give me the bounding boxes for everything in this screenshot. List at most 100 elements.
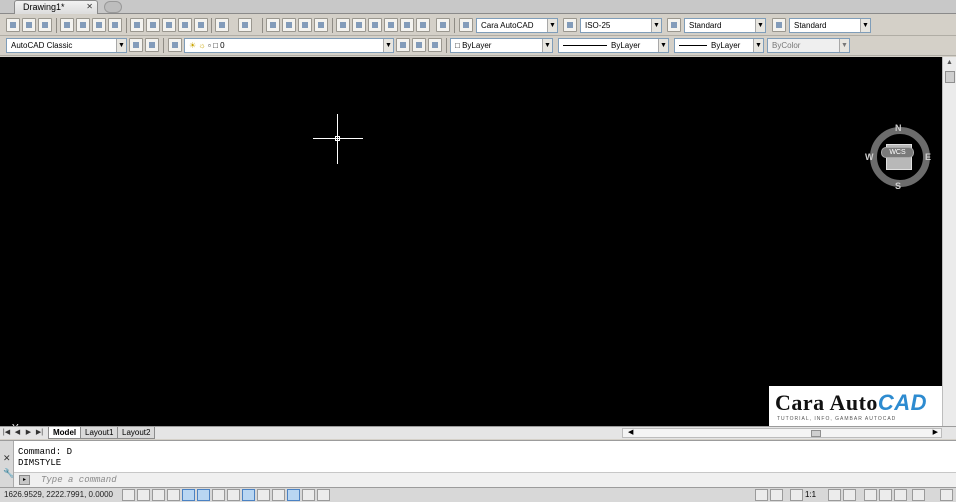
scroll-left-icon[interactable]: ◀ xyxy=(628,428,633,436)
save-icon[interactable] xyxy=(38,18,52,32)
dim-style-dropdown[interactable]: ISO-25 ▼ xyxy=(580,18,662,33)
otrack-toggle[interactable] xyxy=(227,489,240,501)
scroll-right-icon[interactable]: ▶ xyxy=(933,428,938,436)
selection-cycling-toggle[interactable] xyxy=(317,489,330,501)
polar-toggle[interactable] xyxy=(182,489,195,501)
ducs-toggle[interactable] xyxy=(242,489,255,501)
prev-layout-icon[interactable]: ◀ xyxy=(13,428,22,438)
sheet-set-icon[interactable] xyxy=(384,18,398,32)
hardware-acceleration-icon[interactable] xyxy=(894,489,907,501)
lock-icon[interactable] xyxy=(879,489,892,501)
design-center-icon[interactable] xyxy=(352,18,366,32)
compass-east[interactable]: E xyxy=(925,152,931,162)
dim-style-icon[interactable] xyxy=(563,18,577,32)
publish-icon[interactable] xyxy=(92,18,106,32)
copy-icon[interactable] xyxy=(146,18,160,32)
zoom-realtime-icon[interactable] xyxy=(282,18,296,32)
paste-icon[interactable] xyxy=(162,18,176,32)
workspace-settings-icon[interactable] xyxy=(129,38,143,52)
scroll-up-icon[interactable]: ▲ xyxy=(946,59,953,66)
annotation-visibility-icon[interactable] xyxy=(828,489,841,501)
plot-style-dropdown[interactable]: ByColor ▼ xyxy=(767,38,850,53)
isolate-objects-icon[interactable] xyxy=(912,489,925,501)
dyn-toggle[interactable] xyxy=(257,489,270,501)
color-dropdown[interactable]: □ ByLayer ▼ xyxy=(450,38,553,53)
lineweight-dropdown[interactable]: ByLayer ▼ xyxy=(674,38,764,53)
horizontal-scrollbar[interactable]: ◀ ▶ xyxy=(622,428,942,438)
ortho-toggle[interactable] xyxy=(167,489,180,501)
command-input[interactable]: ▸ Type a command xyxy=(14,472,956,487)
infer-constraints-toggle[interactable] xyxy=(122,489,135,501)
undo-icon[interactable] xyxy=(215,18,229,32)
match-properties-icon[interactable] xyxy=(178,18,192,32)
command-window-handle[interactable]: ✕ 🔧 xyxy=(0,441,14,488)
plot-preview-icon[interactable] xyxy=(76,18,90,32)
osnap-toggle[interactable] xyxy=(197,489,210,501)
next-layout-icon[interactable]: ▶ xyxy=(24,428,33,438)
help-icon[interactable] xyxy=(436,18,450,32)
table-style-icon[interactable] xyxy=(667,18,681,32)
new-icon[interactable] xyxy=(6,18,20,32)
3d-osnap-toggle[interactable] xyxy=(212,489,225,501)
tab-layout1[interactable]: Layout1 xyxy=(80,427,119,439)
transparency-toggle[interactable] xyxy=(287,489,300,501)
lineweight-toggle[interactable] xyxy=(272,489,285,501)
layer-dropdown[interactable]: ☀ ☼ ▫ □ 0 ▼ xyxy=(184,38,394,53)
coordinate-readout[interactable]: 1626.9529, 2222.7991, 0.0000 xyxy=(4,490,113,499)
zoom-window-icon[interactable] xyxy=(298,18,312,32)
open-icon[interactable] xyxy=(22,18,36,32)
block-editor-icon[interactable] xyxy=(194,18,208,32)
tab-layout2[interactable]: Layout2 xyxy=(117,427,156,439)
compass-north[interactable]: N xyxy=(895,123,902,133)
model-space-button[interactable] xyxy=(755,489,768,501)
grid-toggle[interactable] xyxy=(152,489,165,501)
wrench-icon[interactable]: 🔧 xyxy=(3,468,14,479)
text-style-dropdown[interactable]: Cara AutoCAD ▼ xyxy=(476,18,558,33)
pan-icon[interactable] xyxy=(266,18,280,32)
wcs-menu[interactable]: WCS xyxy=(881,147,914,158)
auto-scale-icon[interactable] xyxy=(843,489,856,501)
zoom-previous-icon[interactable] xyxy=(314,18,328,32)
snap-toggle[interactable] xyxy=(137,489,150,501)
first-layout-icon[interactable]: |◀ xyxy=(2,428,11,438)
text-style-icon[interactable] xyxy=(459,18,473,32)
multileader-style-dropdown[interactable]: Standard ▼ xyxy=(789,18,871,33)
3d-dwf-icon[interactable] xyxy=(108,18,122,32)
workspace-switching-icon[interactable] xyxy=(864,489,877,501)
annotation-scale-value[interactable]: 1:1 xyxy=(805,490,816,499)
cut-icon[interactable] xyxy=(130,18,144,32)
tab-model[interactable]: Model xyxy=(48,427,82,439)
drawing-area[interactable]: TOP N S E W Y X xyxy=(0,57,942,426)
make-current-layer-icon[interactable] xyxy=(396,38,410,52)
redo-icon[interactable] xyxy=(238,18,252,32)
markup-icon[interactable] xyxy=(400,18,414,32)
last-layout-icon[interactable]: ▶| xyxy=(35,428,44,438)
annotation-scale-icon[interactable] xyxy=(790,489,803,501)
table-style-dropdown[interactable]: Standard ▼ xyxy=(684,18,766,33)
close-icon[interactable]: ✕ xyxy=(86,2,93,11)
workspace-dropdown[interactable]: AutoCAD Classic ▼ xyxy=(6,38,127,53)
properties-icon[interactable] xyxy=(336,18,350,32)
scroll-thumb[interactable] xyxy=(811,430,821,437)
compass-west[interactable]: W xyxy=(865,152,874,162)
new-tab-button[interactable] xyxy=(104,1,122,13)
close-icon[interactable]: ✕ xyxy=(3,453,11,464)
scroll-thumb[interactable] xyxy=(945,71,955,83)
viewcube[interactable]: TOP N S E W xyxy=(862,123,938,193)
quick-view-layouts-icon[interactable] xyxy=(770,489,783,501)
quickcalc-icon[interactable] xyxy=(416,18,430,32)
layer-properties-icon[interactable] xyxy=(168,38,182,52)
vertical-scrollbar[interactable]: ▲ xyxy=(942,57,956,426)
compass-south[interactable]: S xyxy=(895,181,901,191)
multileader-style-icon[interactable] xyxy=(772,18,786,32)
clean-screen-icon[interactable] xyxy=(940,489,953,501)
customize-icon[interactable] xyxy=(145,38,159,52)
linetype-dropdown[interactable]: ByLayer ▼ xyxy=(558,38,669,53)
document-tab[interactable]: Drawing1* ✕ xyxy=(14,0,98,14)
plot-icon[interactable] xyxy=(60,18,74,32)
layer-state-icon[interactable] xyxy=(428,38,442,52)
layer-previous-icon[interactable] xyxy=(412,38,426,52)
tool-palettes-icon[interactable] xyxy=(368,18,382,32)
recent-commands-icon[interactable]: ▸ xyxy=(19,475,30,485)
quick-properties-toggle[interactable] xyxy=(302,489,315,501)
